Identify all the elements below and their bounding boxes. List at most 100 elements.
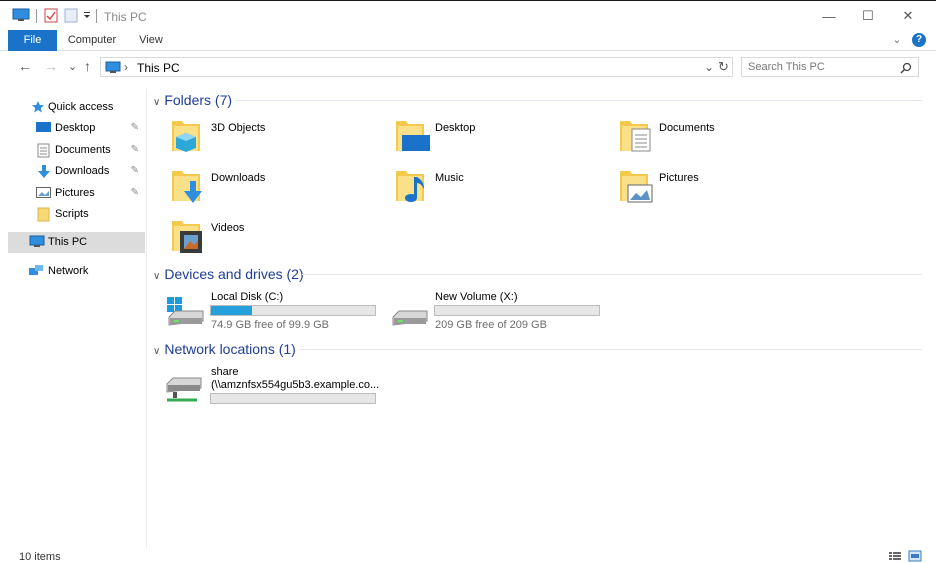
- divider: [96, 9, 97, 23]
- nav-this-pc[interactable]: This PC: [8, 232, 145, 253]
- expand-ribbon-button[interactable]: ⌄: [890, 30, 904, 51]
- new-folder-icon[interactable]: [64, 8, 78, 23]
- nav-quick-access[interactable]: Quick access: [8, 97, 145, 118]
- drives-section-header[interactable]: ∨ Devices and drives (2): [153, 266, 304, 282]
- music-folder-icon: [396, 171, 424, 202]
- drive-free-space: 209 GB free of 209 GB: [435, 319, 547, 331]
- pictures-icon: [36, 187, 51, 198]
- drive-usage-bar: [210, 305, 376, 316]
- network-share-path: (\\amznfsx554gu5b3.example.co...: [211, 379, 380, 391]
- folders-header-label: Folders (7): [164, 92, 233, 108]
- drive-label: New Volume (X:): [435, 291, 518, 303]
- drive-label: Local Disk (C:): [211, 291, 284, 303]
- refresh-button[interactable]: ↻: [718, 59, 729, 75]
- share-usage-bar: [210, 393, 376, 404]
- nav-downloads[interactable]: Downloads ✎: [8, 161, 145, 182]
- folder-label: Desktop: [435, 122, 476, 134]
- divider: [302, 274, 922, 275]
- folder-pictures[interactable]: Pictures: [618, 165, 828, 209]
- search-box[interactable]: Search This PC: [741, 57, 919, 77]
- documents-folder-icon: [620, 121, 651, 152]
- nav-pictures[interactable]: Pictures ✎: [8, 183, 145, 204]
- breadcrumb-this-pc[interactable]: This PC: [137, 61, 180, 75]
- maximize-button[interactable]: ☐: [846, 2, 890, 30]
- minimize-button[interactable]: —: [807, 2, 851, 30]
- details-view-icon[interactable]: [888, 550, 902, 562]
- nav-network-label: Network: [48, 265, 89, 277]
- address-bar-row: ← → ⌄ ↑ › This PC ⌄ ↻ Search This PC: [0, 52, 936, 82]
- drive-usage-bar: [434, 305, 600, 316]
- nav-desktop-label: Desktop: [55, 122, 96, 134]
- back-button[interactable]: ←: [18, 58, 32, 74]
- nav-network[interactable]: Network: [8, 261, 145, 282]
- folder-documents[interactable]: Documents: [618, 115, 828, 159]
- address-bar[interactable]: › This PC ⌄ ↻: [100, 57, 733, 77]
- recent-locations-button[interactable]: ⌄: [68, 60, 77, 73]
- network-share[interactable]: share (\\amznfsx554gu5b3.example.co...: [163, 364, 380, 408]
- windows-drive-icon: [167, 297, 204, 326]
- title-bar: This PC — ☐ ✕: [0, 2, 936, 30]
- pin-icon: ✎: [130, 144, 139, 155]
- folder-3d-objects[interactable]: 3D Objects: [170, 115, 380, 159]
- folder-label: Documents: [659, 122, 715, 134]
- drives-header-label: Devices and drives (2): [164, 266, 304, 282]
- address-dropdown-button[interactable]: ⌄: [704, 60, 714, 74]
- up-button[interactable]: ↑: [84, 58, 91, 74]
- drive-free-space: 74.9 GB free of 99.9 GB: [211, 319, 330, 331]
- documents-icon: [37, 143, 50, 158]
- network-share-label: share: [211, 366, 239, 378]
- nav-scripts[interactable]: Scripts: [8, 204, 145, 225]
- drive-new-volume-x[interactable]: New Volume (X:) 209 GB free of 209 GB: [389, 289, 604, 333]
- nav-this-pc-label: This PC: [48, 236, 88, 248]
- folder-music[interactable]: Music: [394, 165, 604, 209]
- pin-icon: ✎: [130, 122, 139, 133]
- tab-computer[interactable]: Computer: [62, 30, 122, 51]
- folder-downloads[interactable]: Downloads: [170, 165, 380, 209]
- star-icon: [32, 101, 44, 113]
- downloads-folder-icon: [172, 171, 202, 203]
- customize-quick-access-icon[interactable]: [82, 8, 92, 22]
- computer-icon: [12, 8, 30, 21]
- nav-desktop[interactable]: Desktop ✎: [8, 118, 145, 139]
- search-input[interactable]: Search This PC: [748, 61, 825, 73]
- computer-icon: [29, 235, 45, 247]
- chevron-down-icon: ∨: [153, 346, 161, 357]
- folder-label: Downloads: [211, 172, 266, 184]
- 3d-objects-folder-icon: [172, 121, 200, 152]
- folder-desktop[interactable]: Desktop: [394, 115, 604, 159]
- folder-label: Videos: [211, 222, 245, 234]
- properties-icon[interactable]: [44, 8, 58, 23]
- ribbon-tabs: File Computer View ⌄ ?: [0, 30, 936, 51]
- search-icon[interactable]: [900, 62, 912, 74]
- forward-button[interactable]: →: [44, 58, 58, 74]
- nav-pictures-label: Pictures: [55, 187, 95, 199]
- folder-label: 3D Objects: [211, 122, 266, 134]
- close-button[interactable]: ✕: [886, 2, 930, 30]
- desktop-icon: [36, 122, 51, 132]
- chevron-down-icon: ∨: [153, 97, 161, 108]
- nav-quick-access-label: Quick access: [48, 101, 114, 113]
- nav-documents-label: Documents: [55, 144, 111, 156]
- drive-usage-fill: [211, 306, 252, 315]
- computer-icon: [105, 61, 121, 73]
- tab-view[interactable]: View: [130, 30, 172, 51]
- folders-section-header[interactable]: ∨ Folders (7): [153, 92, 232, 108]
- divider: [36, 9, 37, 23]
- help-button[interactable]: ?: [912, 33, 926, 47]
- download-arrow-icon: [38, 165, 50, 178]
- network-drive-icon: [166, 377, 202, 402]
- nav-documents[interactable]: Documents ✎: [8, 140, 145, 161]
- file-explorer-window: This PC — ☐ ✕ File Computer View ⌄ ? ← →…: [0, 0, 936, 563]
- tab-file[interactable]: File: [8, 30, 57, 51]
- divider: [300, 349, 922, 350]
- large-icons-view-icon[interactable]: [908, 550, 922, 562]
- pictures-folder-icon: [620, 171, 653, 203]
- navigation-pane: Quick access Desktop ✎ Documents ✎ Downl…: [8, 89, 147, 549]
- drive-local-disk-c[interactable]: Local Disk (C:) 74.9 GB free of 99.9 GB: [165, 289, 380, 333]
- status-item-count: 10 items: [19, 551, 61, 563]
- folder-videos[interactable]: Videos: [170, 215, 380, 259]
- desktop-folder-icon: [396, 121, 430, 151]
- videos-folder-icon: [172, 221, 202, 253]
- nav-scripts-label: Scripts: [55, 208, 89, 220]
- network-section-header[interactable]: ∨ Network locations (1): [153, 341, 296, 357]
